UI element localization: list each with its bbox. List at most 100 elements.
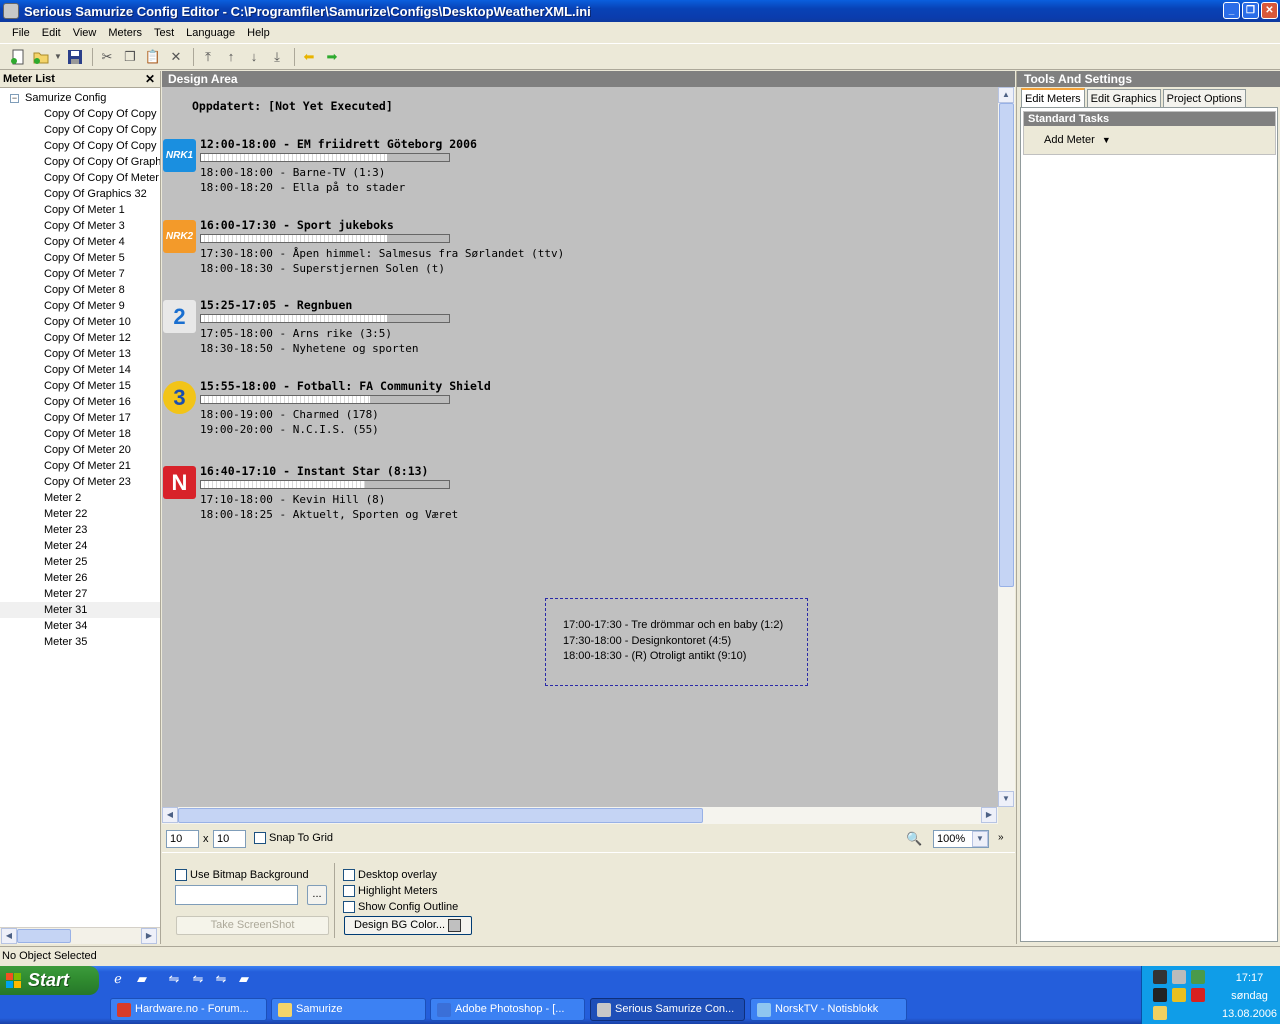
close-button[interactable]: ✕ bbox=[1261, 2, 1278, 19]
grid-width-input[interactable]: 10 bbox=[166, 830, 199, 848]
browse-button[interactable]: ... bbox=[307, 885, 327, 905]
task-photoshop[interactable]: Adobe Photoshop - [... bbox=[430, 998, 585, 1021]
tray-app-icon[interactable] bbox=[1191, 988, 1205, 1002]
checkbox[interactable] bbox=[175, 869, 187, 882]
menu-view[interactable]: View bbox=[67, 27, 103, 39]
scroll-left-icon[interactable]: ◀ bbox=[162, 807, 178, 823]
meter-list-item[interactable]: Meter 27 bbox=[0, 586, 160, 602]
dropdown-arrow-icon[interactable]: ▼ bbox=[54, 47, 62, 67]
menu-help[interactable]: Help bbox=[241, 27, 276, 39]
design-hscrollbar[interactable]: ◀ ▶ bbox=[162, 807, 998, 824]
tray-app-icon[interactable] bbox=[1172, 988, 1186, 1002]
start-button[interactable]: Start bbox=[0, 966, 99, 995]
scroll-up-icon[interactable]: ▲ bbox=[998, 87, 1014, 103]
internet-explorer-icon[interactable]: ℯ bbox=[109, 971, 127, 989]
paste-icon[interactable]: 📋 bbox=[143, 47, 163, 67]
tray-app-icon[interactable] bbox=[1153, 970, 1167, 984]
highlight-meters-checkbox[interactable]: Highlight Meters bbox=[343, 885, 437, 898]
show-config-outline-checkbox[interactable]: Show Config Outline bbox=[343, 901, 458, 914]
task-hardware-forum[interactable]: Hardware.no - Forum... bbox=[110, 998, 267, 1021]
tray-app-icon[interactable] bbox=[1191, 970, 1205, 984]
tree-root[interactable]: − Samurize Config bbox=[0, 90, 160, 106]
scroll-right-icon[interactable]: ▶ bbox=[141, 928, 157, 944]
checkbox[interactable] bbox=[343, 885, 355, 898]
menu-meters[interactable]: Meters bbox=[102, 27, 148, 39]
meter-list-item[interactable]: Copy Of Meter 17 bbox=[0, 410, 160, 426]
menu-edit[interactable]: Edit bbox=[36, 27, 67, 39]
folder-icon[interactable]: ▰ bbox=[235, 971, 253, 989]
meter-list-item[interactable]: Copy Of Meter 7 bbox=[0, 266, 160, 282]
design-bg-color-button[interactable]: Design BG Color... bbox=[344, 916, 472, 935]
meter-list-item[interactable]: Copy Of Copy Of Copy bbox=[0, 122, 160, 138]
forward-arrow-icon[interactable]: ➡ bbox=[322, 47, 342, 67]
task-notepad[interactable]: NorskTV - Notisblokk bbox=[750, 998, 907, 1021]
collapse-icon[interactable]: − bbox=[10, 93, 19, 103]
meter-list-item[interactable]: Meter 2 bbox=[0, 490, 160, 506]
folder-icon[interactable]: ▰ bbox=[133, 971, 151, 989]
snap-to-grid-checkbox[interactable]: Snap To Grid bbox=[254, 832, 333, 845]
tray-app-icon[interactable] bbox=[1172, 970, 1186, 984]
checkbox[interactable] bbox=[254, 832, 266, 845]
tab-project-options[interactable]: Project Options bbox=[1162, 89, 1246, 108]
design-vscrollbar[interactable]: ▲ ▼ bbox=[998, 87, 1015, 807]
minimize-button[interactable]: _ bbox=[1223, 2, 1240, 19]
meter-list-item[interactable]: Copy Of Meter 13 bbox=[0, 346, 160, 362]
scroll-right-icon[interactable]: ▶ bbox=[981, 807, 997, 823]
bitmap-path-input[interactable] bbox=[175, 885, 298, 905]
menu-file[interactable]: File bbox=[6, 27, 36, 39]
meter-list-item[interactable]: Meter 23 bbox=[0, 522, 160, 538]
meter-list-item[interactable]: Copy Of Meter 18 bbox=[0, 426, 160, 442]
meter-list-item[interactable]: Copy Of Meter 16 bbox=[0, 394, 160, 410]
use-bitmap-checkbox[interactable]: Use Bitmap Background bbox=[175, 869, 309, 882]
delete-icon[interactable]: ✕ bbox=[166, 47, 186, 67]
meter-list-item[interactable]: Copy Of Meter 15 bbox=[0, 378, 160, 394]
meter-list-hscrollbar[interactable]: ◀ ▶ bbox=[0, 927, 160, 944]
meter-list-item[interactable]: Copy Of Copy Of Meter bbox=[0, 170, 160, 186]
meter-list-item[interactable]: Copy Of Meter 4 bbox=[0, 234, 160, 250]
meter-list-item[interactable]: Meter 35 bbox=[0, 634, 160, 650]
move-down-icon[interactable]: ↓ bbox=[244, 47, 264, 67]
add-meter-button[interactable]: Add Meter ▼ bbox=[1044, 134, 1111, 146]
meter-list-item[interactable]: Copy Of Meter 21 bbox=[0, 458, 160, 474]
meter-list-item[interactable]: Copy Of Meter 1 bbox=[0, 202, 160, 218]
meter-list-item[interactable]: Meter 31 bbox=[0, 602, 160, 618]
scroll-thumb[interactable] bbox=[17, 929, 71, 943]
meter-list-item[interactable]: Copy Of Graphics 32 bbox=[0, 186, 160, 202]
open-folder-icon[interactable] bbox=[31, 47, 51, 67]
vscroll-thumb[interactable] bbox=[999, 103, 1014, 587]
meter-list-item[interactable]: Meter 22 bbox=[0, 506, 160, 522]
meter-list-item[interactable]: Copy Of Copy Of Copy bbox=[0, 106, 160, 122]
zoom-preview-icon[interactable]: 🔍 bbox=[906, 831, 924, 849]
move-up-icon[interactable]: ↑ bbox=[221, 47, 241, 67]
meter-list-item[interactable]: Meter 25 bbox=[0, 554, 160, 570]
cut-icon[interactable]: ✂ bbox=[97, 47, 117, 67]
move-to-bottom-icon[interactable]: ⤓ bbox=[267, 47, 287, 67]
menu-test[interactable]: Test bbox=[148, 27, 180, 39]
meter-list-item[interactable]: Meter 26 bbox=[0, 570, 160, 586]
task-serious-samurize[interactable]: Serious Samurize Con... bbox=[590, 998, 745, 1021]
meter-list-item[interactable]: Copy Of Meter 8 bbox=[0, 282, 160, 298]
selected-meter-box[interactable]: 17:00-17:30 - Tre drömmar och en baby (1… bbox=[545, 598, 808, 686]
meter-list-item[interactable]: Meter 24 bbox=[0, 538, 160, 554]
mail-icon[interactable] bbox=[1153, 1006, 1167, 1020]
meter-list-item[interactable]: Copy Of Meter 3 bbox=[0, 218, 160, 234]
network-icon[interactable]: ⇋ bbox=[189, 971, 207, 989]
meter-list-item[interactable]: Copy Of Meter 12 bbox=[0, 330, 160, 346]
take-screenshot-button[interactable]: Take ScreenShot bbox=[176, 916, 329, 935]
new-file-icon[interactable] bbox=[8, 47, 28, 67]
app-icon[interactable] bbox=[3, 3, 19, 19]
checkbox[interactable] bbox=[343, 869, 355, 882]
grid-height-input[interactable]: 10 bbox=[213, 830, 246, 848]
scroll-left-icon[interactable]: ◀ bbox=[1, 928, 17, 944]
expand-icon[interactable]: » bbox=[998, 832, 1004, 843]
desktop-overlay-checkbox[interactable]: Desktop overlay bbox=[343, 869, 437, 882]
tab-edit-graphics[interactable]: Edit Graphics bbox=[1086, 89, 1161, 108]
meter-list-item[interactable]: Copy Of Meter 5 bbox=[0, 250, 160, 266]
back-arrow-icon[interactable]: ⬅ bbox=[299, 47, 319, 67]
scroll-down-icon[interactable]: ▼ bbox=[998, 791, 1014, 807]
network-icon[interactable]: ⇋ bbox=[165, 971, 183, 989]
save-icon[interactable] bbox=[65, 47, 85, 67]
meter-list-item[interactable]: Copy Of Meter 14 bbox=[0, 362, 160, 378]
hscroll-thumb[interactable] bbox=[178, 808, 703, 823]
maximize-button[interactable]: ❐ bbox=[1242, 2, 1259, 19]
